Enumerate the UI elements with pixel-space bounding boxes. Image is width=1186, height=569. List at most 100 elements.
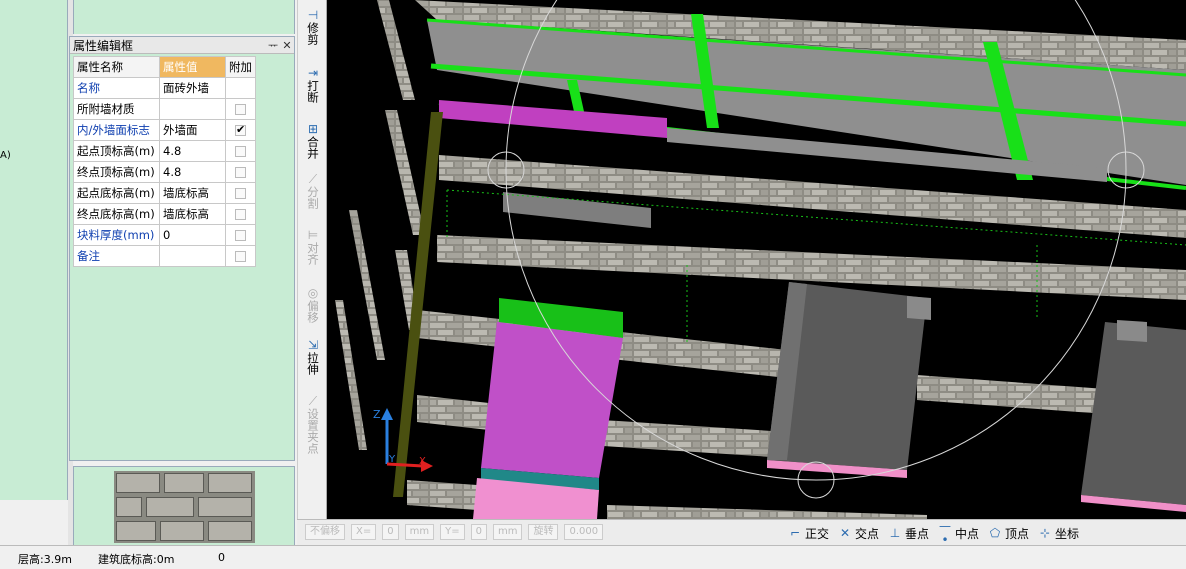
split-icon: ⟋ xyxy=(308,172,318,186)
property-value[interactable]: 墙底标高 xyxy=(159,182,226,204)
property-name: 内/外墙面标志 xyxy=(73,119,160,141)
close-icon[interactable]: ✕ xyxy=(280,39,294,52)
extra-checkbox[interactable] xyxy=(235,188,246,199)
property-extra-cell[interactable] xyxy=(225,203,256,225)
toolbar-button-grip[interactable]: ⟋ 设置夹点 xyxy=(300,394,326,454)
property-extra-cell[interactable] xyxy=(225,161,256,183)
toolbar-button-stretch[interactable]: ⇲ 拉伸 xyxy=(300,338,326,375)
property-value[interactable]: 外墙面 xyxy=(159,119,226,141)
grey-beam xyxy=(503,192,651,228)
property-value[interactable] xyxy=(159,98,226,120)
table-header-row: 属性名称 属性值 附加 xyxy=(73,56,256,78)
disabled-control: 旋转 xyxy=(528,524,559,540)
property-name: 名称 xyxy=(73,77,160,99)
property-extra-cell[interactable] xyxy=(225,182,256,204)
toolbar-button-merge[interactable]: ⊞ 合并 xyxy=(300,122,326,159)
property-extra-cell[interactable] xyxy=(225,140,256,162)
toolbar-button-label: 对齐 xyxy=(306,242,320,265)
axis-z-label: Z xyxy=(373,408,381,421)
snap-button-vertex[interactable]: ⬠ 顶点 xyxy=(987,523,1029,543)
toolbar-button-offset[interactable]: ◎ 偏移 xyxy=(300,286,326,323)
property-extra-cell[interactable] xyxy=(225,119,256,141)
property-table: 属性名称 属性值 附加 名称面砖外墙所附墙材质内/外墙面标志外墙面起点顶标高(m… xyxy=(73,56,256,267)
toolbar-button-label: 分割 xyxy=(306,186,320,209)
grip-icon: ⟋ xyxy=(308,394,318,408)
snap-button-coordinate[interactable]: ⊹ 坐标 xyxy=(1037,523,1079,543)
snap-button-perpendicular[interactable]: ⊥ 垂点 xyxy=(887,523,929,543)
disabled-control: 0 xyxy=(382,524,399,540)
col-header-name: 属性名称 xyxy=(73,56,160,78)
toolbar-button-break[interactable]: ⇥ 打断 xyxy=(300,66,326,103)
property-row[interactable]: 所附墙材质 xyxy=(73,98,256,120)
break-icon: ⇥ xyxy=(307,66,319,80)
trim-icon: ⊣ xyxy=(307,8,319,22)
property-name: 块料厚度(mm) xyxy=(73,224,160,246)
property-row[interactable]: 内/外墙面标志 外墙面 xyxy=(73,119,256,141)
axis-x-label: X xyxy=(419,456,426,467)
toolbar-button-trim[interactable]: ⊣ 修剪 xyxy=(300,8,326,45)
offset-controls: 不偏移 X= 0 mm Y= 0 mm 旋转 0.000 xyxy=(305,524,604,540)
offset-icon: ◎ xyxy=(307,286,319,300)
perpendicular-icon: ⊥ xyxy=(889,526,901,540)
status-bar: 层高:3.9m 建筑底标高:0m 0 xyxy=(0,545,1186,569)
snap-button-midpoint[interactable]: —• 中点 xyxy=(937,519,979,547)
ortho-icon: ⌐ xyxy=(789,526,801,540)
merge-icon: ⊞ xyxy=(307,122,319,136)
property-name: 所附墙材质 xyxy=(73,98,160,120)
property-extra-cell[interactable] xyxy=(225,224,256,246)
property-editor-panel: 属性编辑框 ᅲ ✕ 属性名称 属性值 附加 名称 面砖外墙 所附墙材质 内/外墙面标志… xyxy=(69,36,295,461)
extra-checkbox[interactable] xyxy=(235,209,246,220)
property-name: 起点顶标高(m) xyxy=(73,140,160,162)
extra-checkbox[interactable] xyxy=(235,123,246,136)
property-editor-title: 属性编辑框 xyxy=(73,38,134,53)
snap-label: 顶点 xyxy=(1005,526,1030,541)
vertex-icon: ⬠ xyxy=(989,526,1001,540)
coordinate-icon: ⊹ xyxy=(1039,526,1051,540)
property-row[interactable]: 备注 xyxy=(73,245,256,267)
property-value[interactable]: 0 xyxy=(159,224,226,246)
disabled-control: X= xyxy=(351,524,377,540)
property-row[interactable]: 终点顶标高(m) 4.8 xyxy=(73,161,256,183)
axis-y-label: Y xyxy=(388,454,396,465)
stretch-icon: ⇲ xyxy=(307,338,319,352)
property-row[interactable]: 名称 面砖外墙 xyxy=(73,77,256,99)
snap-label: 正交 xyxy=(805,526,830,541)
intersection-icon: ✕ xyxy=(839,526,851,540)
material-preview-panel xyxy=(73,466,295,546)
property-row[interactable]: 终点底标高(m) 墙底标高 xyxy=(73,203,256,225)
extra-checkbox[interactable] xyxy=(235,251,246,262)
property-value[interactable]: 4.8 xyxy=(159,140,226,162)
pin-icon[interactable]: ᅲ xyxy=(266,37,280,53)
toolbar-button-label: 修剪 xyxy=(306,22,320,45)
property-name: 终点顶标高(m) xyxy=(73,161,160,183)
property-extra-cell[interactable] xyxy=(225,245,256,267)
extra-checkbox[interactable] xyxy=(235,104,246,115)
snap-label: 垂点 xyxy=(905,526,930,541)
snap-toolbar: 不偏移 X= 0 mm Y= 0 mm 旋转 0.000 ⌐ 正交 ✕ 交点 ⊥ 垂点 —• 中点 ⬠ 顶点 ⊹ 坐标 xyxy=(297,519,1186,547)
toolbar-button-align[interactable]: ⊨ 对齐 xyxy=(300,228,326,265)
extra-checkbox[interactable] xyxy=(235,230,246,241)
property-value[interactable]: 墙底标高 xyxy=(159,203,226,225)
left-side-panel: A) xyxy=(0,0,68,500)
3d-viewport[interactable]: Z Y X xyxy=(327,0,1186,519)
property-value[interactable] xyxy=(159,245,226,267)
extra-checkbox[interactable] xyxy=(235,146,246,157)
snap-button-intersection[interactable]: ✕ 交点 xyxy=(837,523,879,543)
status-extra: 0 xyxy=(218,551,225,564)
property-name: 备注 xyxy=(73,245,160,267)
property-extra-cell xyxy=(225,77,256,99)
property-row[interactable]: 起点顶标高(m) 4.8 xyxy=(73,140,256,162)
property-value[interactable]: 4.8 xyxy=(159,161,226,183)
extra-checkbox[interactable] xyxy=(235,167,246,178)
snap-button-ortho[interactable]: ⌐ 正交 xyxy=(787,523,829,543)
disabled-control: mm xyxy=(404,524,435,540)
property-row[interactable]: 起点底标高(m) 墙底标高 xyxy=(73,182,256,204)
property-extra-cell[interactable] xyxy=(225,98,256,120)
property-value[interactable]: 面砖外墙 xyxy=(159,77,226,99)
toolbar-button-split[interactable]: ⟋ 分割 xyxy=(300,172,326,209)
snap-label: 交点 xyxy=(855,526,880,541)
col-header-extra: 附加 xyxy=(225,56,256,78)
status-floor-height: 层高:3.9m xyxy=(18,553,72,566)
top-panel xyxy=(73,0,295,34)
property-row[interactable]: 块料厚度(mm) 0 xyxy=(73,224,256,246)
